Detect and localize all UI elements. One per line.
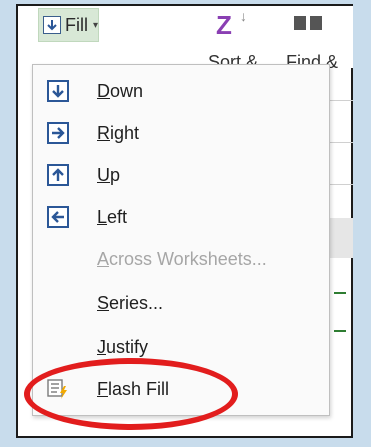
fill-down-icon <box>43 16 61 34</box>
menu-item-label: Down <box>97 80 144 101</box>
sort-arrow-icon: ↓ <box>240 8 247 24</box>
menu-item-series[interactable]: Series... <box>33 283 329 323</box>
sheet-green-mark <box>334 330 346 332</box>
menu-item-up[interactable]: Up <box>33 155 329 195</box>
ribbon-editing-group: Fill ▾ Z ↓ Sort & Find & <box>18 6 353 68</box>
menu-item-label: Series... <box>97 292 164 313</box>
menu-item-label: Across Worksheets... <box>97 248 267 269</box>
menu-item-justify[interactable]: Justify <box>33 327 329 367</box>
sort-filter-icon[interactable]: Z <box>216 10 232 41</box>
menu-item-label: Right <box>97 122 140 143</box>
menu-item-label: Up <box>97 164 121 185</box>
sheet-cell <box>330 218 353 258</box>
menu-item-down[interactable]: Down <box>33 71 329 111</box>
menu-item-left[interactable]: Left <box>33 197 329 237</box>
fill-button[interactable]: Fill ▾ <box>38 8 99 42</box>
outer-frame-right <box>353 0 371 447</box>
sheet-green-mark <box>334 292 346 294</box>
find-select-icon[interactable] <box>294 16 324 34</box>
fill-left-icon <box>47 206 69 228</box>
sheet-gridline <box>330 100 353 101</box>
red-highlight-ellipse <box>24 358 238 430</box>
fill-down-icon <box>47 80 69 102</box>
sheet-gridline <box>330 184 353 185</box>
menu-item-label: Left <box>97 206 128 227</box>
fill-up-icon <box>47 164 69 186</box>
menu-item-right[interactable]: Right <box>33 113 329 153</box>
fill-right-icon <box>47 122 69 144</box>
menu-item-label: Justify <box>97 336 149 357</box>
sheet-gridline <box>330 142 353 143</box>
menu-item-across-worksheets[interactable]: Across Worksheets... <box>33 239 329 279</box>
fill-button-label: Fill <box>64 14 88 35</box>
chevron-down-icon: ▾ <box>92 19 98 31</box>
outer-frame-bottom <box>0 438 371 447</box>
